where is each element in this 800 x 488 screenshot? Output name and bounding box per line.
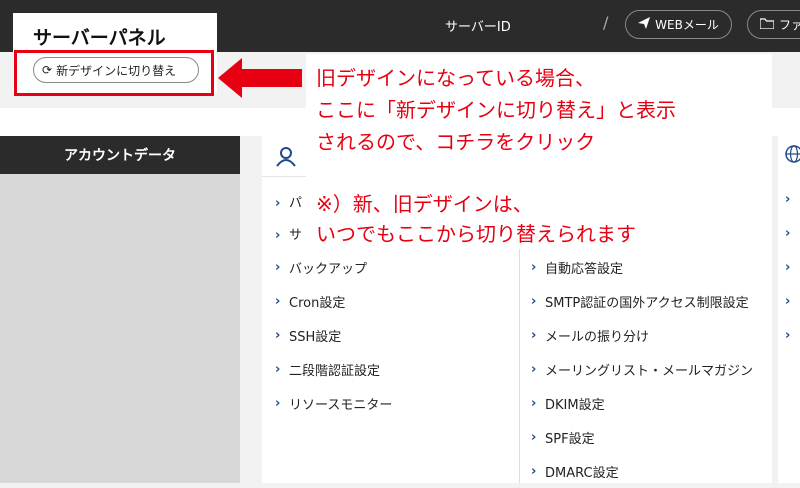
chevron-right-icon[interactable]: › [785, 260, 790, 275]
file-manager-label: ファ [779, 18, 800, 32]
menu-item-cron[interactable]: › Cron設定 [275, 284, 392, 318]
menu-item-ssh[interactable]: › SSH設定 [275, 318, 392, 352]
chevron-right-icon: › [531, 429, 537, 445]
menu-item-autoresponder[interactable]: › 自動応答設定 [531, 250, 753, 284]
red-arrow-icon [218, 58, 302, 98]
annotation-text: されるので、コチラをクリック [316, 130, 596, 154]
chevron-right-icon[interactable]: › [785, 226, 790, 241]
chevron-right-icon: › [531, 327, 537, 343]
chevron-right-icon[interactable]: › [785, 192, 790, 207]
chevron-right-icon: › [531, 259, 537, 275]
menu-item-backup[interactable]: › バックアップ [275, 250, 392, 284]
menu-item-mail-filter[interactable]: › メールの振り分け [531, 318, 753, 352]
chevron-right-icon: › [275, 228, 281, 243]
menu-item-label: 二段階認証設定 [289, 363, 381, 379]
chevron-right-icon[interactable]: › [785, 328, 790, 343]
sidebar-body [0, 174, 240, 483]
menu-item-label: SPF設定 [545, 431, 595, 447]
menu-item-label: バックアップ [289, 261, 368, 277]
menu-item-2fa[interactable]: › 二段階認証設定 [275, 352, 392, 386]
menu-item-label: SMTP認証の国外アクセス制限設定 [545, 295, 749, 311]
file-manager-button[interactable]: ファ [747, 10, 800, 39]
webmail-button[interactable]: WEBメール [625, 10, 732, 39]
annotation-callout: 旧デザインになっている場合、 ここに「新デザインに切り替え」と表示 されるので、… [306, 54, 772, 249]
header-separator: / [603, 13, 609, 32]
webmail-label: WEBメール [655, 18, 719, 32]
annotation-note: いつでもここから切り替えられます [316, 222, 636, 246]
menu-item-label: SSH設定 [289, 329, 342, 345]
menu-item-label: Cron設定 [289, 295, 346, 311]
chevron-right-icon: › [275, 395, 281, 411]
menu-item-partial[interactable]: › サ [275, 224, 302, 243]
chevron-right-icon: › [275, 361, 281, 377]
panel-title: サーバーパネル [33, 27, 166, 49]
user-icon [275, 145, 297, 171]
menu-item-dkim[interactable]: › DKIM設定 [531, 386, 753, 420]
menu-item-label: メールの振り分け [545, 329, 650, 345]
paper-plane-icon [638, 17, 651, 32]
menu-item-smtp-restriction[interactable]: › SMTP認証の国外アクセス制限設定 [531, 284, 753, 318]
chevron-right-icon: › [275, 196, 281, 211]
right-panel [778, 136, 800, 483]
globe-icon [785, 145, 800, 167]
menu-item-label: DMARC設定 [545, 465, 619, 481]
annotation-text: 旧デザインになっている場合、 [316, 66, 595, 90]
highlight-frame [14, 50, 214, 96]
menu-list-right: › 自動応答設定 › SMTP認証の国外アクセス制限設定 › メールの振り分け › メー… [531, 250, 753, 488]
annotation-text: ここに「新デザインに切り替え」と表示 [316, 98, 676, 122]
chevron-right-icon: › [531, 395, 537, 411]
chevron-right-icon[interactable]: › [785, 294, 790, 309]
chevron-right-icon: › [275, 293, 281, 309]
server-id-label: サーバーID [445, 20, 511, 35]
menu-item-resource-monitor[interactable]: › リソースモニター [275, 386, 392, 420]
menu-item-spf[interactable]: › SPF設定 [531, 420, 753, 454]
menu-list-left: › バックアップ › Cron設定 › SSH設定 › 二段階認証設定 › リソースモニタ… [275, 250, 392, 420]
column-divider [519, 240, 520, 483]
menu-item-label: 自動応答設定 [545, 261, 624, 277]
chevron-right-icon: › [531, 361, 537, 377]
folder-icon [759, 17, 775, 32]
menu-item-label: サ [289, 228, 303, 243]
sidebar-title: アカウントデータ [0, 136, 240, 174]
menu-item-label: リソースモニター [289, 397, 393, 413]
annotation-note: ※）新、旧デザインは、 [316, 192, 533, 216]
chevron-right-icon: › [275, 259, 281, 275]
chevron-right-icon: › [275, 327, 281, 343]
menu-item-mailing-list[interactable]: › メーリングリスト・メールマガジン [531, 352, 753, 386]
menu-item-partial[interactable]: › パ [275, 192, 302, 211]
menu-item-label: パ [289, 196, 303, 211]
menu-item-label: メーリングリスト・メールマガジン [545, 363, 754, 379]
chevron-right-icon: › [531, 463, 537, 479]
chevron-right-icon: › [531, 293, 537, 309]
menu-item-label: DKIM設定 [545, 397, 605, 413]
